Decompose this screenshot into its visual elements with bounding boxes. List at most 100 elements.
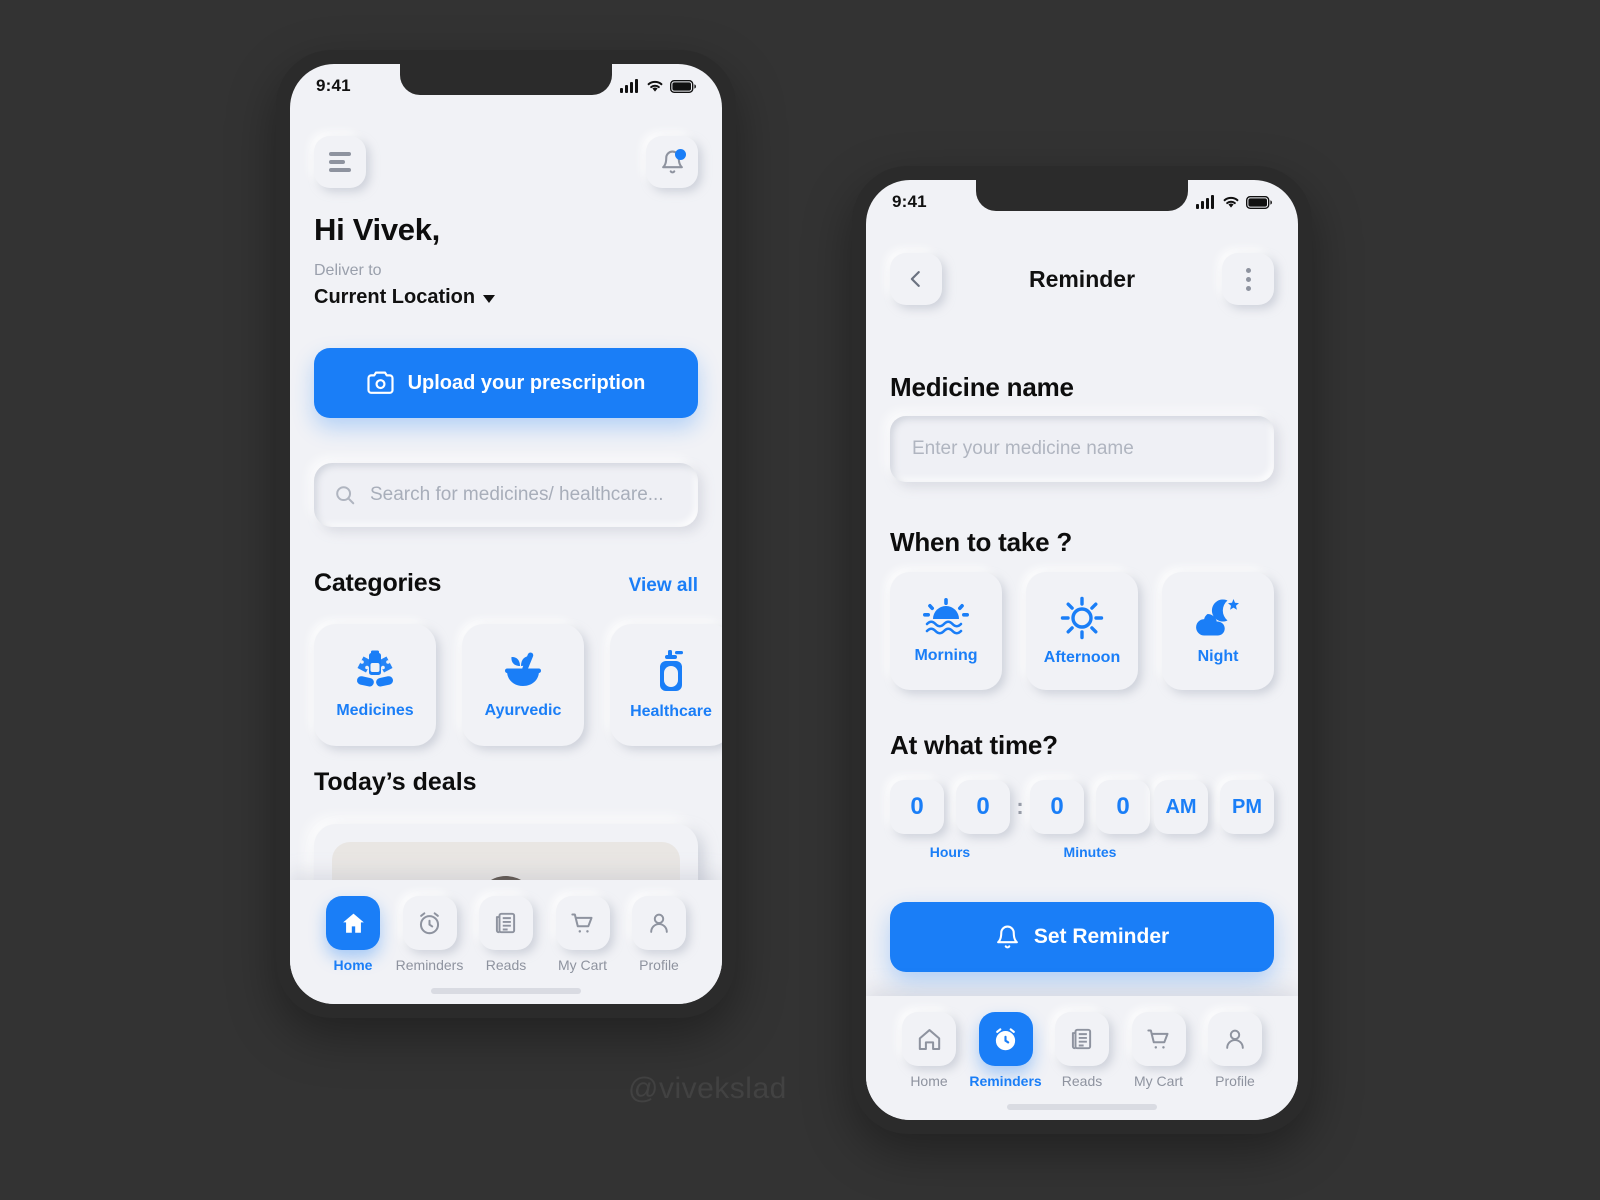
meridiem-group: AM PM — [1154, 780, 1274, 834]
chevron-left-icon — [910, 271, 920, 287]
set-reminder-label: Set Reminder — [1033, 925, 1170, 948]
location-selector[interactable]: Current Location — [314, 286, 496, 309]
nav-item-my-cart[interactable]: My Cart — [548, 896, 618, 973]
at-what-time-label: At what time? — [890, 730, 1058, 760]
nav-label: My Cart — [1134, 1073, 1183, 1089]
nav-item-home[interactable]: Home — [318, 896, 388, 973]
back-button[interactable] — [890, 253, 942, 305]
person-icon — [650, 913, 668, 933]
phone-home-screen: 9:41 Hi Vivek, Deliver to Current Locati… — [276, 50, 736, 1018]
nav-item-home[interactable]: Home — [894, 1012, 964, 1089]
minute-digit-2[interactable]: 0 — [1096, 780, 1150, 834]
hamburger-menu-button[interactable] — [314, 136, 366, 188]
when-to-take-label: When to take ? — [890, 527, 1073, 557]
nav-label: Home — [910, 1073, 948, 1089]
time-picker: 0 0 Hours : 0 0 Minutes AM PM — [890, 780, 1274, 860]
nav-label: Reminders — [395, 957, 464, 973]
minutes-digits: 0 0 — [1030, 780, 1150, 834]
upload-prescription-button[interactable]: Upload your prescription — [314, 348, 698, 418]
nav-item-reads[interactable]: Reads — [1047, 1012, 1117, 1089]
nav-item-profile[interactable]: Profile — [624, 896, 694, 973]
battery-icon — [1246, 195, 1272, 209]
home-content: Hi Vivek, Deliver to Current Location Up… — [290, 64, 722, 1004]
page-title: Hi Vivek, — [314, 212, 440, 247]
medicine-name-input[interactable]: Enter your medicine name — [890, 416, 1274, 482]
nav-icon-wrap — [1131, 1012, 1186, 1066]
home-icon — [918, 1028, 940, 1050]
reminder-content: Reminder Medicine name Enter your medici… — [866, 180, 1298, 1120]
nav-label: Reminders — [969, 1073, 1042, 1089]
pm-button[interactable]: PM — [1220, 780, 1274, 834]
sunrise-icon — [923, 597, 969, 635]
nav-label: Profile — [1215, 1073, 1255, 1089]
category-card-healthcare[interactable]: Healthcare — [610, 624, 722, 746]
watermark: @vivekslad — [628, 1072, 787, 1105]
nav-icon-wrap — [1055, 1012, 1109, 1066]
search-placeholder: Search for medicines/ healthcare... — [370, 484, 664, 505]
categories-title: Categories — [314, 569, 442, 597]
pills-blister-icon — [357, 650, 393, 687]
chevron-down-icon — [483, 295, 496, 303]
notification-badge — [675, 149, 686, 160]
nav-item-profile[interactable]: Profile — [1200, 1012, 1270, 1089]
more-vertical-icon — [1245, 267, 1251, 291]
home-indicator — [1007, 1104, 1157, 1110]
nav-item-my-cart[interactable]: My Cart — [1124, 1012, 1194, 1089]
signal-icon — [620, 79, 638, 93]
when-option-label: Afternoon — [1043, 648, 1121, 666]
nav-label: Reads — [485, 957, 527, 973]
home-indicator — [431, 988, 581, 994]
screen-title: Reminder — [1028, 265, 1136, 292]
status-time: 9:41 — [316, 76, 351, 95]
nav-icon-wrap — [555, 896, 610, 950]
wifi-icon — [1223, 196, 1239, 208]
when-option-afternoon[interactable]: Afternoon — [1026, 572, 1138, 690]
search-input[interactable]: Search for medicines/ healthcare... — [314, 463, 698, 527]
nav-label: My Cart — [558, 957, 607, 973]
screen-home: 9:41 Hi Vivek, Deliver to Current Locati… — [290, 64, 722, 1004]
notch — [976, 180, 1188, 211]
screen-reminder: 9:41 Reminder Medicine name Enter your m… — [866, 180, 1298, 1120]
home-topbar — [314, 136, 698, 188]
categories-row: Medicines Ayurvedic Healthcare — [314, 624, 722, 746]
camera-icon — [367, 371, 394, 394]
nav-icon-wrap — [479, 896, 533, 950]
category-label: Medicines — [336, 702, 414, 719]
hour-digit-2[interactable]: 0 — [956, 780, 1010, 834]
medicine-name-placeholder: Enter your medicine name — [912, 438, 1134, 459]
deliver-to-label: Deliver to — [314, 262, 382, 279]
nav-item-reads[interactable]: Reads — [471, 896, 541, 973]
nav-items: Home Reminders Reads My Cart Profile — [866, 996, 1298, 1089]
hour-digit-1[interactable]: 0 — [890, 780, 944, 834]
minutes-group: 0 0 Minutes — [1030, 780, 1150, 860]
view-all-categories-link[interactable]: View all — [629, 575, 698, 597]
nav-item-reminders[interactable]: Reminders — [969, 1012, 1042, 1089]
when-to-take-options: Morning Afternoon Night — [890, 572, 1274, 690]
category-card-ayurvedic[interactable]: Ayurvedic — [462, 624, 584, 746]
nav-item-reminders[interactable]: Reminders — [395, 896, 465, 973]
nav-label: Reads — [1061, 1073, 1103, 1089]
set-reminder-button[interactable]: Set Reminder — [890, 902, 1274, 972]
notifications-button[interactable] — [646, 136, 698, 188]
canvas: @vivekslad 9:41 Hi Vivek, Deliver to Cur… — [0, 0, 1600, 1200]
more-options-button[interactable] — [1222, 253, 1274, 305]
mortar-pestle-icon — [505, 652, 541, 686]
category-card-medicines[interactable]: Medicines — [314, 624, 436, 746]
category-label: Ayurvedic — [484, 702, 562, 719]
minute-digit-1[interactable]: 0 — [1030, 780, 1084, 834]
nav-icon-wrap — [326, 896, 380, 950]
am-button[interactable]: AM — [1154, 780, 1208, 834]
bell-icon — [996, 925, 1018, 949]
newspaper-icon — [1071, 1028, 1092, 1050]
notch — [400, 64, 612, 95]
hours-digits: 0 0 — [890, 780, 1010, 834]
search-icon — [336, 486, 355, 505]
when-option-label: Night — [1197, 647, 1239, 665]
hamburger-menu-icon — [329, 148, 351, 176]
nav-icon-wrap — [902, 1012, 956, 1066]
status-icons — [620, 79, 696, 93]
time-separator: : — [1016, 794, 1024, 819]
when-option-morning[interactable]: Morning — [890, 572, 1002, 690]
when-option-night[interactable]: Night — [1162, 572, 1274, 690]
signal-icon — [1196, 195, 1214, 209]
